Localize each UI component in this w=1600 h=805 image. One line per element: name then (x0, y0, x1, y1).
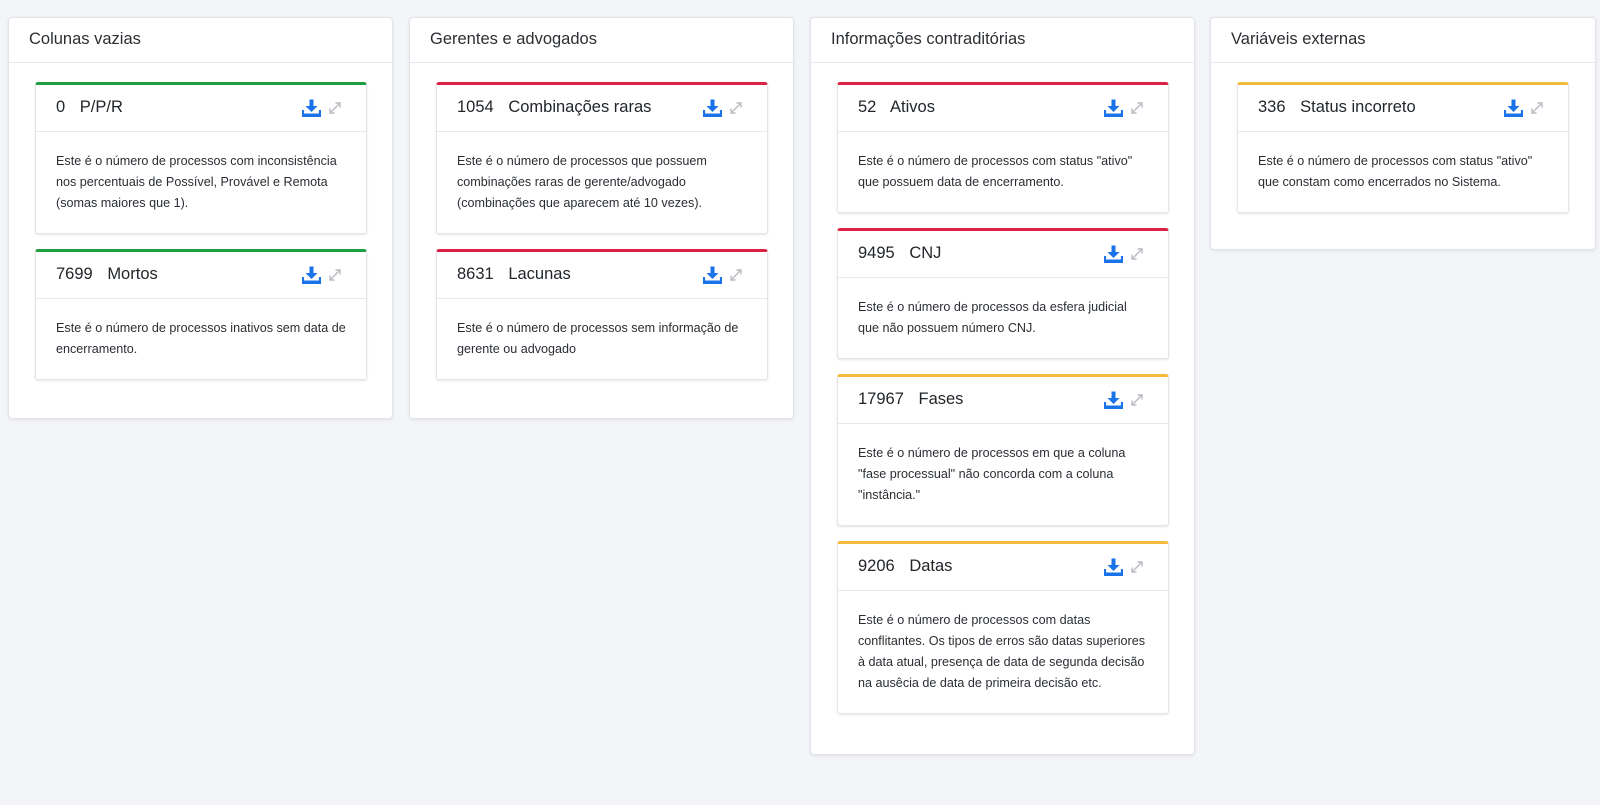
column-title: Colunas vazias (9, 18, 392, 63)
card-header: 9206 Datas (838, 544, 1168, 591)
card-combinacoes-raras: 1054 Combinações raras Este é o número d… (436, 82, 768, 234)
card-header: 1054 Combinações raras (437, 85, 767, 132)
card-mortos: 7699 Mortos Este é o número de processos… (35, 249, 367, 380)
card-datas: 9206 Datas Este é o número de processos … (837, 541, 1169, 714)
card-status-incorreto: 336 Status incorreto Este é o número de … (1237, 82, 1569, 213)
expand-icon[interactable] (1130, 247, 1144, 261)
card-count: 0 (56, 98, 66, 116)
card-title: Fases (918, 390, 964, 408)
card-description: Este é o número de processos com status … (858, 154, 1133, 189)
card-cnj: 9495 CNJ Este é o número de processos da… (837, 228, 1169, 359)
card-description: Este é o número de processos da esfera j… (858, 300, 1127, 335)
kanban-board: Colunas vazias 0 P/P/R Este é o número d… (0, 0, 1600, 805)
card-title: Datas (909, 557, 953, 575)
card-ppr: 0 P/P/R Este é o número de processos com… (35, 82, 367, 234)
card-header: 7699 Mortos (36, 252, 366, 299)
card-count: 17967 (858, 390, 904, 408)
column-colunas-vazias: Colunas vazias 0 P/P/R Este é o número d… (8, 17, 393, 419)
card-count: 7699 (56, 265, 93, 283)
download-icon[interactable] (302, 99, 321, 117)
expand-icon[interactable] (729, 101, 743, 115)
expand-icon[interactable] (328, 101, 342, 115)
card-header: 336 Status incorreto (1238, 85, 1568, 132)
card-title: Ativos (890, 98, 935, 116)
expand-icon[interactable] (1130, 101, 1144, 115)
card-count: 1054 (457, 98, 494, 116)
download-icon[interactable] (1104, 558, 1123, 576)
card-count: 336 (1258, 98, 1286, 116)
expand-icon[interactable] (1530, 101, 1544, 115)
card-header: 17967 Fases (838, 377, 1168, 424)
column-variaveis-externas: Variáveis externas 336 Status incorreto … (1210, 17, 1596, 250)
column-title: Variáveis externas (1211, 18, 1595, 63)
column-informacoes-contraditorias: Informações contraditórias 52 Ativos Est… (810, 17, 1195, 755)
card-count: 9495 (858, 244, 895, 262)
card-count: 8631 (457, 265, 494, 283)
card-fases: 17967 Fases Este é o número de processos… (837, 374, 1169, 526)
card-description: Este é o número de processos que possuem… (457, 154, 707, 210)
card-description: Este é o número de processos inativos se… (56, 321, 346, 356)
download-icon[interactable] (302, 266, 321, 284)
column-gerentes-e-advogados: Gerentes e advogados 1054 Combinações ra… (409, 17, 794, 419)
column-title: Informações contraditórias (811, 18, 1194, 63)
expand-icon[interactable] (1130, 393, 1144, 407)
card-header: 52 Ativos (838, 85, 1168, 132)
download-icon[interactable] (1504, 99, 1523, 117)
card-header: 8631 Lacunas (437, 252, 767, 299)
card-description: Este é o número de processos com inconsi… (56, 154, 337, 210)
card-title: Mortos (107, 265, 158, 283)
expand-icon[interactable] (328, 268, 342, 282)
card-count: 9206 (858, 557, 895, 575)
card-title: P/P/R (79, 98, 123, 116)
download-icon[interactable] (703, 99, 722, 117)
card-title: Lacunas (508, 265, 571, 283)
card-title: Combinações raras (508, 98, 652, 116)
card-title: Status incorreto (1300, 98, 1416, 116)
card-description: Este é o número de processos com status … (1258, 154, 1533, 189)
card-description: Este é o número de processos em que a co… (858, 446, 1126, 502)
card-header: 9495 CNJ (838, 231, 1168, 278)
column-title: Gerentes e advogados (410, 18, 793, 63)
card-title: CNJ (909, 244, 942, 262)
card-lacunas: 8631 Lacunas Este é o número de processo… (436, 249, 768, 380)
expand-icon[interactable] (729, 268, 743, 282)
expand-icon[interactable] (1130, 560, 1144, 574)
download-icon[interactable] (1104, 391, 1123, 409)
card-description: Este é o número de processos com datas c… (858, 613, 1146, 690)
card-ativos: 52 Ativos Este é o número de processos c… (837, 82, 1169, 213)
download-icon[interactable] (1104, 245, 1123, 263)
download-icon[interactable] (1104, 99, 1123, 117)
download-icon[interactable] (703, 266, 722, 284)
card-description: Este é o número de processos sem informa… (457, 321, 739, 356)
card-header: 0 P/P/R (36, 85, 366, 132)
card-count: 52 (858, 98, 877, 116)
